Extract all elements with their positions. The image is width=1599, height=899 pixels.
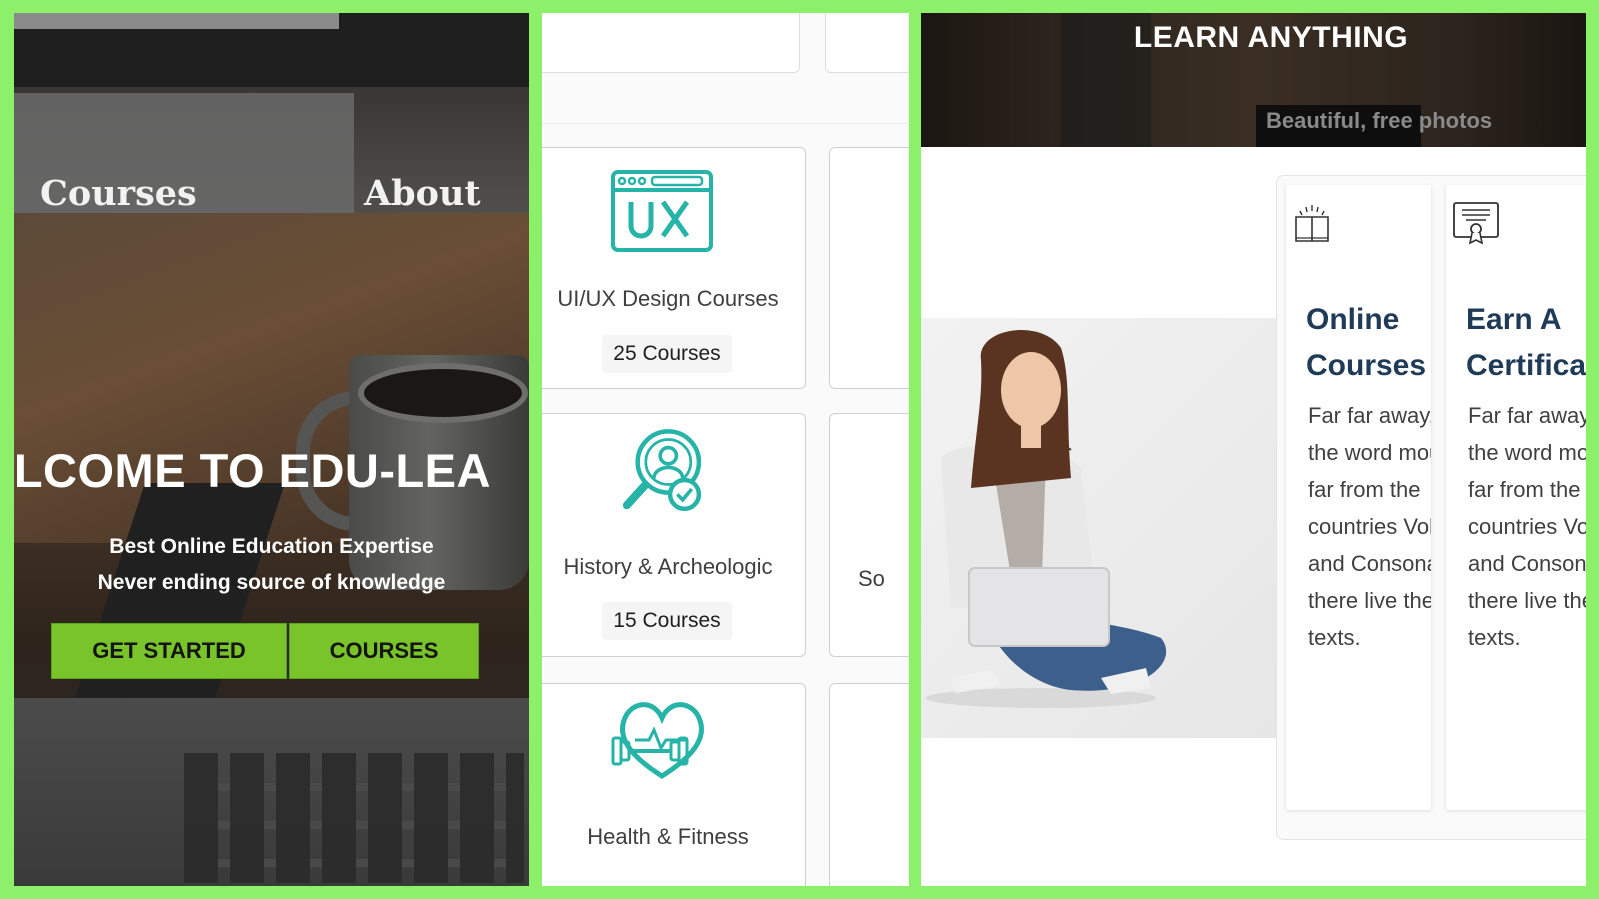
hero-top-shade	[14, 13, 529, 87]
courses-button[interactable]: COURSES	[289, 623, 479, 679]
category-card-side[interactable]	[829, 683, 909, 886]
category-title: UI/UX Design Courses	[557, 286, 779, 311]
category-count: 25 Courses	[602, 335, 732, 373]
hero-title: ELCOME TO EDU-LEA	[14, 444, 491, 497]
category-title: History & Archeologic	[563, 554, 773, 579]
certificate-icon	[1453, 202, 1499, 245]
divider	[542, 123, 909, 124]
student-illustration	[926, 330, 1167, 708]
photo-watermark: Beautiful, free photos	[1266, 108, 1493, 133]
category-card-history[interactable]: History & Archeologic 15 Courses	[542, 413, 806, 657]
category-card-side[interactable]: So	[829, 413, 909, 657]
nav-link-courses[interactable]: Courses	[40, 173, 197, 214]
category-count: 15 Courses	[602, 602, 732, 640]
feature-text: Far far away, behind the word mountains,…	[1308, 403, 1431, 650]
feature-card-certificate[interactable]: Earn A Certificate Far far away, behind …	[1446, 185, 1586, 810]
keyboard-keys	[184, 753, 524, 883]
banner-title: LEARN ANYTHING	[1133, 21, 1409, 54]
open-book-icon	[1295, 205, 1329, 242]
categories-panel: UI/UX Design Courses 25 Courses History …	[542, 13, 909, 886]
category-card-top-side[interactable]	[825, 13, 909, 73]
feature-text: Far far away, behind the word mountains,…	[1468, 403, 1586, 650]
get-started-button[interactable]: GET STARTED	[51, 623, 287, 679]
category-card-health[interactable]: Health & Fitness	[542, 683, 806, 886]
student-photo	[921, 318, 1286, 738]
search-user-icon	[622, 429, 702, 512]
nav-link-about[interactable]: About	[364, 173, 481, 214]
category-card-top[interactable]	[542, 13, 800, 73]
category-title: Health & Fitness	[587, 824, 749, 849]
heart-dumbbell-icon	[611, 702, 704, 779]
coffee-surface	[358, 363, 528, 423]
feature-card-online-courses[interactable]: Online Courses Far far away, behind the …	[1286, 185, 1431, 810]
category-title-partial: So	[858, 566, 885, 591]
feature-title: Earn A Certificate	[1466, 303, 1586, 382]
hero-tagline: Never ending source of knowledge	[97, 571, 446, 594]
hero-subtitle: Best Online Education Expertise	[109, 535, 434, 558]
hero-panel: Courses About ELCOME TO EDU-LEA Best Onl…	[14, 13, 529, 886]
feature-title: Online Courses	[1306, 303, 1427, 382]
category-card-uiux[interactable]: UI/UX Design Courses 25 Courses	[542, 147, 806, 389]
category-card-side[interactable]	[829, 147, 909, 389]
feature-panel: LEARN ANYTHING Beautiful, free photos On…	[921, 13, 1586, 886]
ux-icon	[611, 170, 713, 252]
